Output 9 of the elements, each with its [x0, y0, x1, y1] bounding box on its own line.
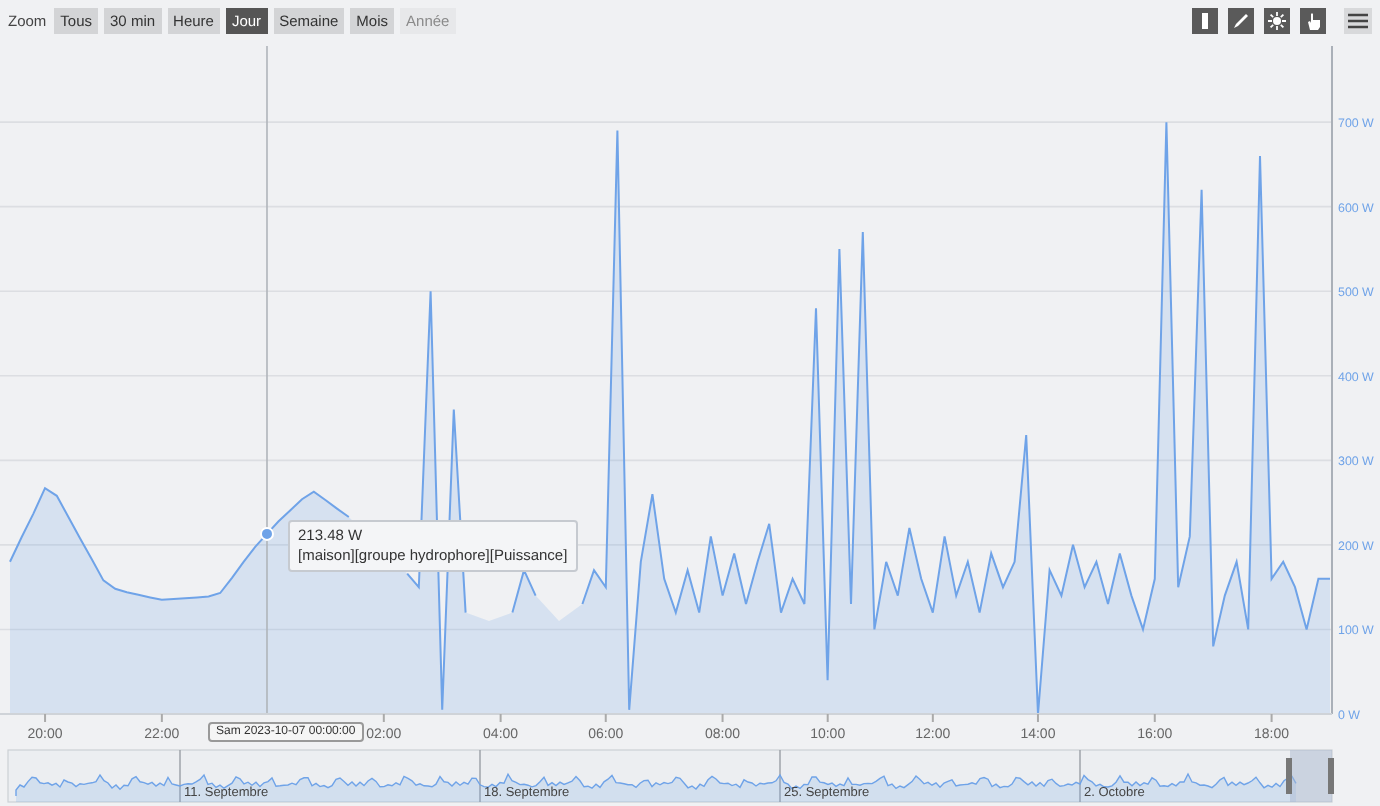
pencil-icon[interactable]	[1228, 7, 1254, 33]
navigator-handle[interactable]	[1328, 758, 1334, 794]
menu-button[interactable]	[1344, 7, 1372, 33]
navigator-handle[interactable]	[1286, 758, 1292, 794]
sun-icon[interactable]	[1264, 7, 1290, 33]
hand-icon[interactable]	[1300, 7, 1326, 33]
bar-icon[interactable]	[1192, 7, 1218, 33]
point-marker	[260, 526, 274, 541]
navigator-selection[interactable]	[1290, 750, 1332, 802]
